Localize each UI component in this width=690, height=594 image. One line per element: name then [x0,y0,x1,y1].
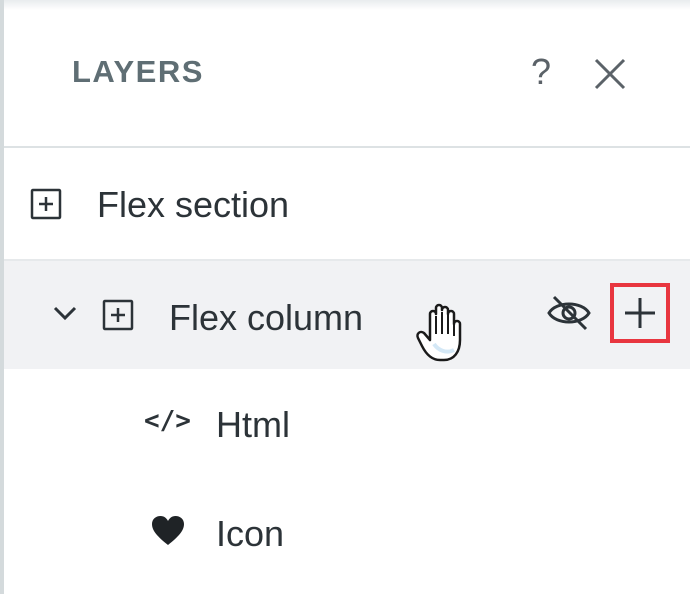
add-square-icon [30,188,62,220]
code-icon: </> [144,406,191,436]
top-shadow [0,0,690,10]
add-child-button[interactable] [610,283,670,343]
layer-label: Flex column [169,297,364,338]
layer-label: Icon [216,513,285,554]
layer-row-icon[interactable]: Icon [4,479,690,587]
panel-title: LAYERS [72,54,204,89]
visibility-toggle-button[interactable] [544,291,594,335]
close-button[interactable] [590,54,630,94]
layer-row-flex-column[interactable]: Flex column [4,259,690,369]
layers-panel: LAYERS ? Flex section Flex column </> Ht… [0,0,690,594]
heart-icon [152,516,184,545]
layer-row-html[interactable]: </> Html [4,370,690,478]
plus-icon [625,298,655,328]
layer-label: Flex section [97,184,290,225]
layer-label: Html [216,404,290,445]
close-icon [594,58,626,90]
chevron-down-icon[interactable] [50,301,80,325]
help-icon: ? [530,51,552,92]
eye-off-icon [547,295,591,331]
help-button[interactable]: ? [526,50,556,94]
layer-row-flex-section[interactable]: Flex section [4,150,690,258]
panel-header: LAYERS ? [4,10,690,148]
add-square-icon [102,299,134,331]
